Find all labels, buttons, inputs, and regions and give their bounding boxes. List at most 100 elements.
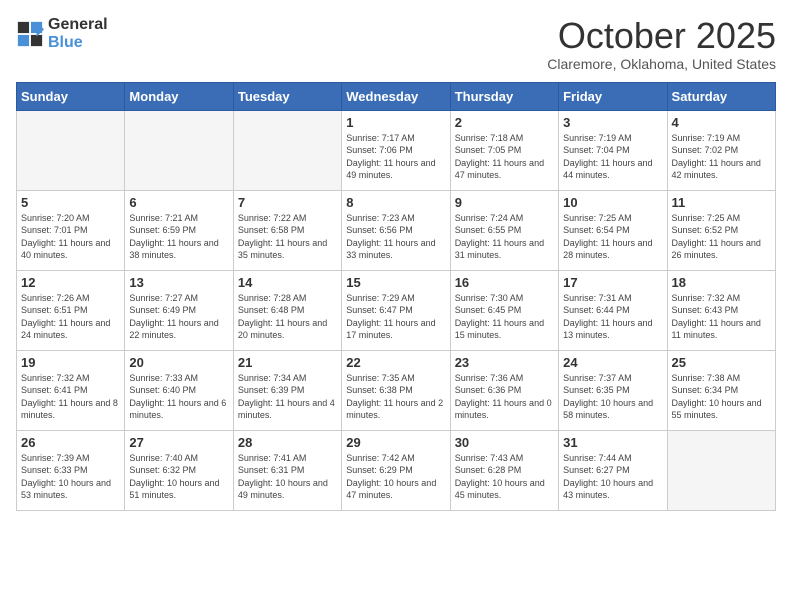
day-cell — [17, 110, 125, 190]
day-cell: 24 Sunrise: 7:37 AM Sunset: 6:35 PM Dayli… — [559, 350, 667, 430]
day-cell: 26Sunrise: 7:39 AM Sunset: 6:33 PM Dayli… — [17, 430, 125, 510]
logo-general: General — [48, 16, 108, 34]
day-info: Sunrise: 7:19 AM Sunset: 7:04 PM Dayligh… — [563, 132, 662, 182]
day-number: 28 — [238, 435, 337, 450]
header-monday: Monday — [125, 82, 233, 110]
day-cell: 2 Sunrise: 7:18 AM Sunset: 7:05 PM Daylig… — [450, 110, 558, 190]
day-info: Sunrise: 7:22 AM Sunset: 6:58 PM Dayligh… — [238, 212, 337, 262]
day-number: 10 — [563, 195, 662, 210]
day-cell: 28 Sunrise: 7:41 AM Sunset: 6:31 PM Dayli… — [233, 430, 341, 510]
day-cell: 23 Sunrise: 7:36 AM Sunset: 6:36 PM Dayli… — [450, 350, 558, 430]
day-cell: 1 Sunrise: 7:17 AM Sunset: 7:06 PM Daylig… — [342, 110, 450, 190]
day-cell: 5 Sunrise: 7:20 AM Sunset: 7:01 PM Daylig… — [17, 190, 125, 270]
day-info: Sunrise: 7:28 AM Sunset: 6:48 PM Dayligh… — [238, 292, 337, 342]
day-info: Sunrise: 7:21 AM Sunset: 6:59 PM Dayligh… — [129, 212, 228, 262]
header-row: SundayMondayTuesdayWednesdayThursdayFrid… — [17, 82, 776, 110]
day-number: 4 — [672, 115, 771, 130]
day-cell: 15 Sunrise: 7:29 AM Sunset: 6:47 PM Dayli… — [342, 270, 450, 350]
day-info: Sunrise: 7:37 AM Sunset: 6:35 PM Dayligh… — [563, 372, 662, 422]
day-cell: 25Sunrise: 7:38 AM Sunset: 6:34 PM Dayli… — [667, 350, 775, 430]
day-number: 22 — [346, 355, 445, 370]
day-cell — [233, 110, 341, 190]
day-cell: 29 Sunrise: 7:42 AM Sunset: 6:29 PM Dayli… — [342, 430, 450, 510]
day-number: 8 — [346, 195, 445, 210]
day-info: Sunrise: 7:32 AM Sunset: 6:41 PM Dayligh… — [21, 372, 120, 422]
day-cell: 7 Sunrise: 7:22 AM Sunset: 6:58 PM Daylig… — [233, 190, 341, 270]
day-cell — [125, 110, 233, 190]
day-number: 21 — [238, 355, 337, 370]
page-header: General Blue October 2025 Claremore, Okl… — [16, 16, 776, 72]
day-info: Sunrise: 7:30 AM Sunset: 6:45 PM Dayligh… — [455, 292, 554, 342]
day-number: 17 — [563, 275, 662, 290]
day-info: Sunrise: 7:23 AM Sunset: 6:56 PM Dayligh… — [346, 212, 445, 262]
day-number: 1 — [346, 115, 445, 130]
logo: General Blue — [16, 16, 108, 51]
day-cell: 4 Sunrise: 7:19 AM Sunset: 7:02 PM Daylig… — [667, 110, 775, 190]
day-info: Sunrise: 7:39 AM Sunset: 6:33 PM Dayligh… — [21, 452, 120, 502]
day-info: Sunrise: 7:29 AM Sunset: 6:47 PM Dayligh… — [346, 292, 445, 342]
day-cell: 18Sunrise: 7:32 AM Sunset: 6:43 PM Dayli… — [667, 270, 775, 350]
header-wednesday: Wednesday — [342, 82, 450, 110]
day-info: Sunrise: 7:35 AM Sunset: 6:38 PM Dayligh… — [346, 372, 445, 422]
month-title: October 2025 — [547, 16, 776, 56]
day-info: Sunrise: 7:36 AM Sunset: 6:36 PM Dayligh… — [455, 372, 554, 422]
day-info: Sunrise: 7:20 AM Sunset: 7:01 PM Dayligh… — [21, 212, 120, 262]
calendar-table: SundayMondayTuesdayWednesdayThursdayFrid… — [16, 82, 776, 511]
day-info: Sunrise: 7:43 AM Sunset: 6:28 PM Dayligh… — [455, 452, 554, 502]
day-number: 14 — [238, 275, 337, 290]
day-cell — [667, 430, 775, 510]
day-info: Sunrise: 7:44 AM Sunset: 6:27 PM Dayligh… — [563, 452, 662, 502]
header-tuesday: Tuesday — [233, 82, 341, 110]
day-info: Sunrise: 7:41 AM Sunset: 6:31 PM Dayligh… — [238, 452, 337, 502]
day-number: 15 — [346, 275, 445, 290]
day-info: Sunrise: 7:26 AM Sunset: 6:51 PM Dayligh… — [21, 292, 120, 342]
day-cell: 27Sunrise: 7:40 AM Sunset: 6:32 PM Dayli… — [125, 430, 233, 510]
day-info: Sunrise: 7:42 AM Sunset: 6:29 PM Dayligh… — [346, 452, 445, 502]
title-area: October 2025 Claremore, Oklahoma, United… — [547, 16, 776, 72]
day-info: Sunrise: 7:19 AM Sunset: 7:02 PM Dayligh… — [672, 132, 771, 182]
day-cell: 14 Sunrise: 7:28 AM Sunset: 6:48 PM Dayli… — [233, 270, 341, 350]
day-cell: 17 Sunrise: 7:31 AM Sunset: 6:44 PM Dayli… — [559, 270, 667, 350]
day-info: Sunrise: 7:27 AM Sunset: 6:49 PM Dayligh… — [129, 292, 228, 342]
day-cell: 19 Sunrise: 7:32 AM Sunset: 6:41 PM Dayli… — [17, 350, 125, 430]
day-info: Sunrise: 7:18 AM Sunset: 7:05 PM Dayligh… — [455, 132, 554, 182]
day-number: 2 — [455, 115, 554, 130]
day-info: Sunrise: 7:34 AM Sunset: 6:39 PM Dayligh… — [238, 372, 337, 422]
day-number: 11 — [672, 195, 771, 210]
header-friday: Friday — [559, 82, 667, 110]
day-info: Sunrise: 7:24 AM Sunset: 6:55 PM Dayligh… — [455, 212, 554, 262]
day-number: 27 — [129, 435, 228, 450]
day-number: 7 — [238, 195, 337, 210]
day-number: 16 — [455, 275, 554, 290]
header-sunday: Sunday — [17, 82, 125, 110]
day-cell: 21 Sunrise: 7:34 AM Sunset: 6:39 PM Dayli… — [233, 350, 341, 430]
day-cell: 8 Sunrise: 7:23 AM Sunset: 6:56 PM Daylig… — [342, 190, 450, 270]
day-info: Sunrise: 7:17 AM Sunset: 7:06 PM Dayligh… — [346, 132, 445, 182]
day-cell: 10Sunrise: 7:25 AM Sunset: 6:54 PM Dayli… — [559, 190, 667, 270]
day-number: 24 — [563, 355, 662, 370]
day-number: 5 — [21, 195, 120, 210]
day-cell: 22 Sunrise: 7:35 AM Sunset: 6:38 PM Dayli… — [342, 350, 450, 430]
day-info: Sunrise: 7:33 AM Sunset: 6:40 PM Dayligh… — [129, 372, 228, 422]
day-number: 19 — [21, 355, 120, 370]
day-number: 23 — [455, 355, 554, 370]
day-number: 12 — [21, 275, 120, 290]
day-number: 30 — [455, 435, 554, 450]
header-saturday: Saturday — [667, 82, 775, 110]
day-cell: 11Sunrise: 7:25 AM Sunset: 6:52 PM Dayli… — [667, 190, 775, 270]
day-number: 9 — [455, 195, 554, 210]
day-number: 18 — [672, 275, 771, 290]
day-cell: 20Sunrise: 7:33 AM Sunset: 6:40 PM Dayli… — [125, 350, 233, 430]
week-row-2: 12 Sunrise: 7:26 AM Sunset: 6:51 PM Dayli… — [17, 270, 776, 350]
week-row-0: 1 Sunrise: 7:17 AM Sunset: 7:06 PM Daylig… — [17, 110, 776, 190]
day-info: Sunrise: 7:31 AM Sunset: 6:44 PM Dayligh… — [563, 292, 662, 342]
day-cell: 13Sunrise: 7:27 AM Sunset: 6:49 PM Dayli… — [125, 270, 233, 350]
day-number: 29 — [346, 435, 445, 450]
logo-icon — [16, 20, 44, 48]
day-cell: 30 Sunrise: 7:43 AM Sunset: 6:28 PM Dayli… — [450, 430, 558, 510]
week-row-3: 19 Sunrise: 7:32 AM Sunset: 6:41 PM Dayli… — [17, 350, 776, 430]
day-cell: 16 Sunrise: 7:30 AM Sunset: 6:45 PM Dayli… — [450, 270, 558, 350]
day-number: 6 — [129, 195, 228, 210]
day-cell: 6 Sunrise: 7:21 AM Sunset: 6:59 PM Daylig… — [125, 190, 233, 270]
day-number: 25 — [672, 355, 771, 370]
